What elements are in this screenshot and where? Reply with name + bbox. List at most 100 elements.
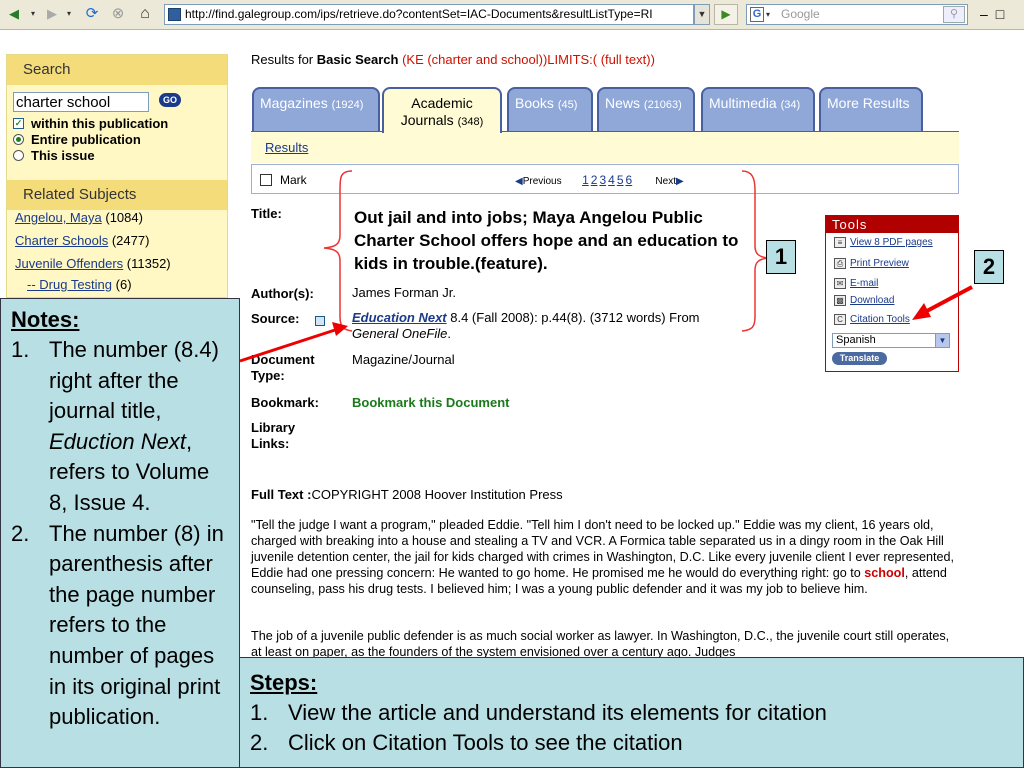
author-value: James Forman Jr. — [352, 285, 457, 300]
checkbox-checked-icon[interactable]: ✓ — [13, 118, 24, 129]
chevron-down-icon[interactable]: ▼ — [935, 334, 949, 347]
email-link[interactable]: ✉ E-mail — [834, 278, 878, 290]
fulltext-header: Full Text :COPYRIGHT 2008 Hoover Institu… — [251, 487, 563, 502]
next-arrow-icon[interactable]: ▶ — [676, 176, 684, 187]
related-item: -- Drug Testing (6) — [27, 277, 132, 292]
page-link[interactable]: 5 — [617, 173, 624, 187]
note-text: The number (8.4) right after the journal… — [49, 337, 219, 424]
option-label: This issue — [31, 148, 95, 163]
minimize-icon[interactable]: – — [980, 6, 996, 22]
tab-label: News — [605, 95, 641, 111]
tab-label: Magazines — [260, 95, 328, 111]
paragraph-text: "Tell the judge I want a program," plead… — [251, 518, 955, 580]
related-count: (2477) — [111, 233, 150, 248]
radio-selected-icon[interactable] — [13, 134, 24, 145]
tab-label: Multimedia — [709, 95, 777, 111]
tools-panel: Tools ≡ View 8 PDF pages ⎙ Print Preview ✉… — [825, 215, 959, 372]
option-label: within this publication — [31, 116, 169, 131]
language-select[interactable]: Spanish ▼ — [832, 333, 950, 348]
steps-list: 1. View the article and understand its el… — [250, 698, 1023, 758]
tab-label: Books — [515, 95, 554, 111]
checkbox-icon[interactable] — [260, 174, 272, 186]
restore-icon[interactable]: □ — [996, 6, 1012, 22]
doctype-label: Document Type: — [251, 352, 315, 383]
stop-icon[interactable]: ⊗ — [108, 4, 128, 24]
reload-icon[interactable]: ⟳ — [82, 4, 102, 24]
copyright-text: COPYRIGHT 2008 Hoover Institution Press — [311, 487, 563, 502]
page-link[interactable]: 4 — [608, 173, 615, 187]
google-icon[interactable]: G — [750, 7, 764, 22]
browser-toolbar: ◀ ▾ ▶ ▾ ⟳ ⊗ ⌂ http://find.galegroup.com/… — [0, 0, 1024, 30]
page-link[interactable]: 6 — [626, 173, 633, 187]
forward-dropdown-icon[interactable]: ▾ — [64, 4, 74, 24]
back-icon[interactable]: ◀ — [4, 4, 24, 24]
related-item: Juvenile Offenders (11352) — [15, 256, 171, 271]
download-link[interactable]: ▩ Download — [834, 295, 894, 307]
page-link[interactable]: 1 — [582, 173, 589, 187]
back-dropdown-icon[interactable]: ▾ — [28, 4, 38, 24]
go-button[interactable]: GO — [159, 93, 181, 107]
source-details: 8.4 (Fall 2008): p.44(8). (3712 words) F… — [450, 310, 700, 325]
within-publication-checkbox[interactable]: ✓ within this publication — [13, 116, 168, 131]
web-search-box[interactable]: G ▾ Google ⚲ — [746, 4, 968, 25]
previous-arrow-icon[interactable]: ◀ — [515, 176, 523, 187]
view-pdf-link[interactable]: ≡ View 8 PDF pages — [834, 237, 933, 249]
tool-label: View 8 PDF pages — [850, 237, 933, 248]
address-dropdown-icon[interactable]: ▼ — [694, 4, 710, 25]
translate-button[interactable]: Translate — [832, 352, 887, 365]
tab-count: (34) — [780, 99, 801, 111]
step-text: View the article and understand its elem… — [288, 700, 827, 725]
results-link[interactable]: Results — [265, 140, 308, 155]
tab-multimedia[interactable]: Multimedia (34) — [701, 87, 815, 132]
tab-academic-journals[interactable]: Academic Journals (348) — [382, 87, 502, 133]
related-link[interactable]: -- Drug Testing — [27, 277, 112, 292]
previous-link[interactable]: Previous — [523, 176, 562, 187]
page-link[interactable]: 2 — [591, 173, 598, 187]
left-brace — [323, 170, 353, 332]
source-label: Source: — [251, 311, 300, 326]
tab-more-results[interactable]: More Results — [819, 87, 923, 132]
next-link[interactable]: Next — [655, 176, 676, 187]
related-link[interactable]: Angelou, Maya — [15, 210, 102, 225]
bookmark-link[interactable]: Bookmark this Document — [352, 395, 509, 410]
address-bar[interactable]: http://find.galegroup.com/ips/retrieve.d… — [164, 4, 694, 25]
tool-label: Citation Tools — [850, 314, 910, 325]
note-journal: Eduction Next — [49, 428, 186, 454]
pdf-icon: ≡ — [834, 237, 846, 248]
note-item: 2. The number (8) in parenthesis after th… — [11, 520, 224, 730]
journal-link[interactable]: Education Next — [352, 310, 447, 325]
home-icon[interactable]: ⌂ — [134, 4, 156, 24]
source-info-icon[interactable] — [315, 316, 325, 326]
note-item: 1. The number (8.4) right after the journ… — [11, 337, 219, 515]
printer-icon: ⎙ — [834, 258, 846, 269]
author-label: Author(s): — [251, 286, 314, 301]
source-value: Education Next 8.4 (Fall 2008): p.44(8).… — [352, 310, 732, 342]
fulltext-paragraph-2: The job of a juvenile public defender is… — [251, 629, 950, 659]
citation-tools-link[interactable]: C Citation Tools — [834, 314, 910, 326]
magnifier-icon[interactable]: ⚲ — [943, 6, 965, 23]
go-arrow-icon[interactable]: ▶ — [714, 4, 738, 25]
related-link[interactable]: Charter Schools — [15, 233, 108, 248]
favicon-icon — [168, 8, 181, 21]
step-item: 1. View the article and understand its el… — [250, 700, 827, 725]
engine-dropdown-icon[interactable]: ▾ — [766, 5, 770, 24]
related-link[interactable]: Juvenile Offenders — [15, 256, 123, 271]
forward-icon[interactable]: ▶ — [42, 4, 62, 24]
tab-books[interactable]: Books (45) — [507, 87, 593, 132]
radio-icon[interactable] — [13, 150, 24, 161]
doctype-value: Magazine/Journal — [352, 352, 455, 367]
entire-publication-radio[interactable]: Entire publication — [13, 132, 141, 147]
tab-magazines[interactable]: Magazines (1924) — [252, 87, 380, 132]
tab-news[interactable]: News (21063) — [597, 87, 695, 132]
mark-checkbox[interactable]: Mark — [260, 173, 307, 187]
page-link[interactable]: 3 — [599, 173, 606, 187]
web-search-placeholder: Google — [781, 7, 820, 21]
tab-count: (21063) — [643, 99, 682, 111]
this-issue-radio[interactable]: This issue — [13, 148, 95, 163]
print-preview-link[interactable]: ⎙ Print Preview — [834, 258, 909, 270]
results-header: Results for Basic Search (KE (charter an… — [251, 52, 655, 67]
tab-label-line2: Journals — [400, 112, 454, 128]
step-text: Click on Citation Tools to see the citat… — [288, 730, 683, 755]
steps-heading: Steps: — [250, 670, 318, 695]
search-input[interactable] — [13, 92, 149, 112]
